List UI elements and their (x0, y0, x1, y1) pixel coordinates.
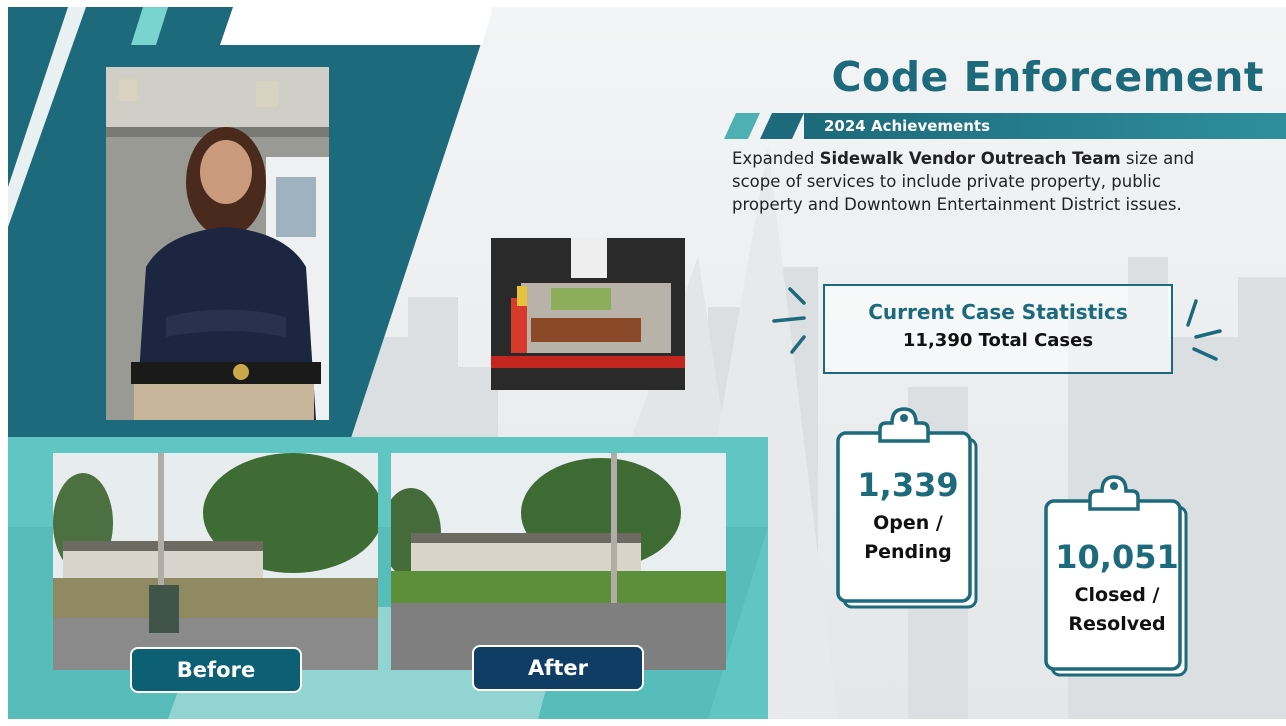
after-photo (391, 453, 726, 670)
officer-portrait-photo (106, 67, 329, 420)
after-label: After (472, 645, 644, 691)
closed-label-line1: Closed / (1074, 584, 1160, 606)
open-label-line1: Open / (873, 512, 943, 534)
open-pending-content: 1,339 Open / Pending (834, 465, 982, 567)
open-pending-count: 1,339 (857, 466, 959, 504)
open-pending-clipboard: 1,339 Open / Pending (834, 401, 982, 611)
closed-resolved-content: 10,051 Closed / Resolved (1042, 537, 1192, 639)
open-label-line2: Pending (864, 541, 952, 563)
closed-resolved-count: 10,051 (1055, 538, 1179, 576)
description-text-start: Expanded (732, 149, 820, 168)
total-cases: 11,390 Total Cases (902, 330, 1094, 351)
achievement-description: Expanded Sidewalk Vendor Outreach Team s… (732, 147, 1232, 216)
stats-heading: Current Case Statistics (868, 300, 1128, 324)
closed-resolved-clipboard: 10,051 Closed / Resolved (1042, 469, 1192, 679)
closed-label-line2: Resolved (1068, 613, 1166, 635)
before-photo (53, 453, 378, 670)
case-statistics-box: Current Case Statistics 11,390 Total Cas… (823, 284, 1173, 374)
slide: Code Enforcement 2024 Achievements Expan… (8, 7, 1286, 719)
description-highlight: Sidewalk Vendor Outreach Team (819, 149, 1121, 168)
slide-title: Code Enforcement (831, 53, 1264, 101)
subtitle: 2024 Achievements (824, 117, 990, 135)
vendor-cart-photo (491, 238, 685, 390)
before-label: Before (130, 647, 302, 693)
